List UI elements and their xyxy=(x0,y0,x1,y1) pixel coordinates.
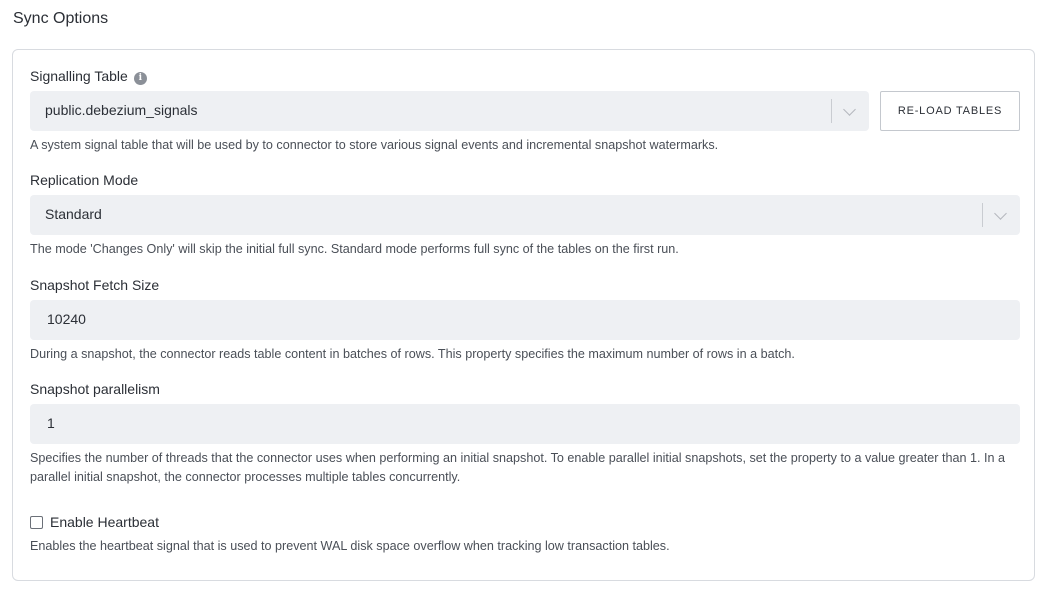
signalling-table-label: Signalling Table i xyxy=(30,68,147,85)
snapshot-fetch-size-value: 10240 xyxy=(47,311,86,327)
select-separator xyxy=(831,99,832,123)
signalling-table-label-text: Signalling Table xyxy=(30,68,128,84)
enable-heartbeat-checkbox[interactable] xyxy=(30,516,43,529)
signalling-table-help: A system signal table that will be used … xyxy=(30,138,719,152)
snapshot-parallelism-label: Snapshot parallelism xyxy=(30,381,160,397)
signalling-table-value: public.debezium_signals xyxy=(45,102,198,118)
enable-heartbeat-label[interactable]: Enable Heartbeat xyxy=(50,514,159,530)
snapshot-parallelism-input[interactable]: 1 xyxy=(30,404,1020,444)
info-icon[interactable]: i xyxy=(133,72,147,85)
reload-tables-button[interactable]: RE-LOAD TABLES xyxy=(880,91,1020,131)
replication-mode-label: Replication Mode xyxy=(30,172,139,188)
snapshot-fetch-size-input[interactable]: 10240 xyxy=(30,300,1020,340)
replication-mode-value: Standard xyxy=(45,206,102,222)
enable-heartbeat-help: Enables the heartbeat signal that is use… xyxy=(30,539,670,553)
signalling-table-select[interactable]: public.debezium_signals xyxy=(30,91,869,131)
snapshot-parallelism-value: 1 xyxy=(47,415,55,431)
section-title: Sync Options xyxy=(13,10,109,27)
replication-mode-select[interactable]: Standard xyxy=(30,195,1020,235)
replication-mode-help: The mode 'Changes Only' will skip the in… xyxy=(30,242,679,256)
chevron-down-icon[interactable] xyxy=(843,103,856,116)
snapshot-fetch-size-label: Snapshot Fetch Size xyxy=(30,277,160,293)
chevron-down-icon[interactable] xyxy=(994,207,1007,220)
select-separator xyxy=(982,203,983,227)
sync-options-panel: Signalling Table i public.debezium_signal… xyxy=(12,49,1035,581)
snapshot-fetch-size-help: During a snapshot, the connector reads t… xyxy=(30,347,795,361)
snapshot-parallelism-help: Specifies the number of threads that the… xyxy=(30,451,1005,484)
